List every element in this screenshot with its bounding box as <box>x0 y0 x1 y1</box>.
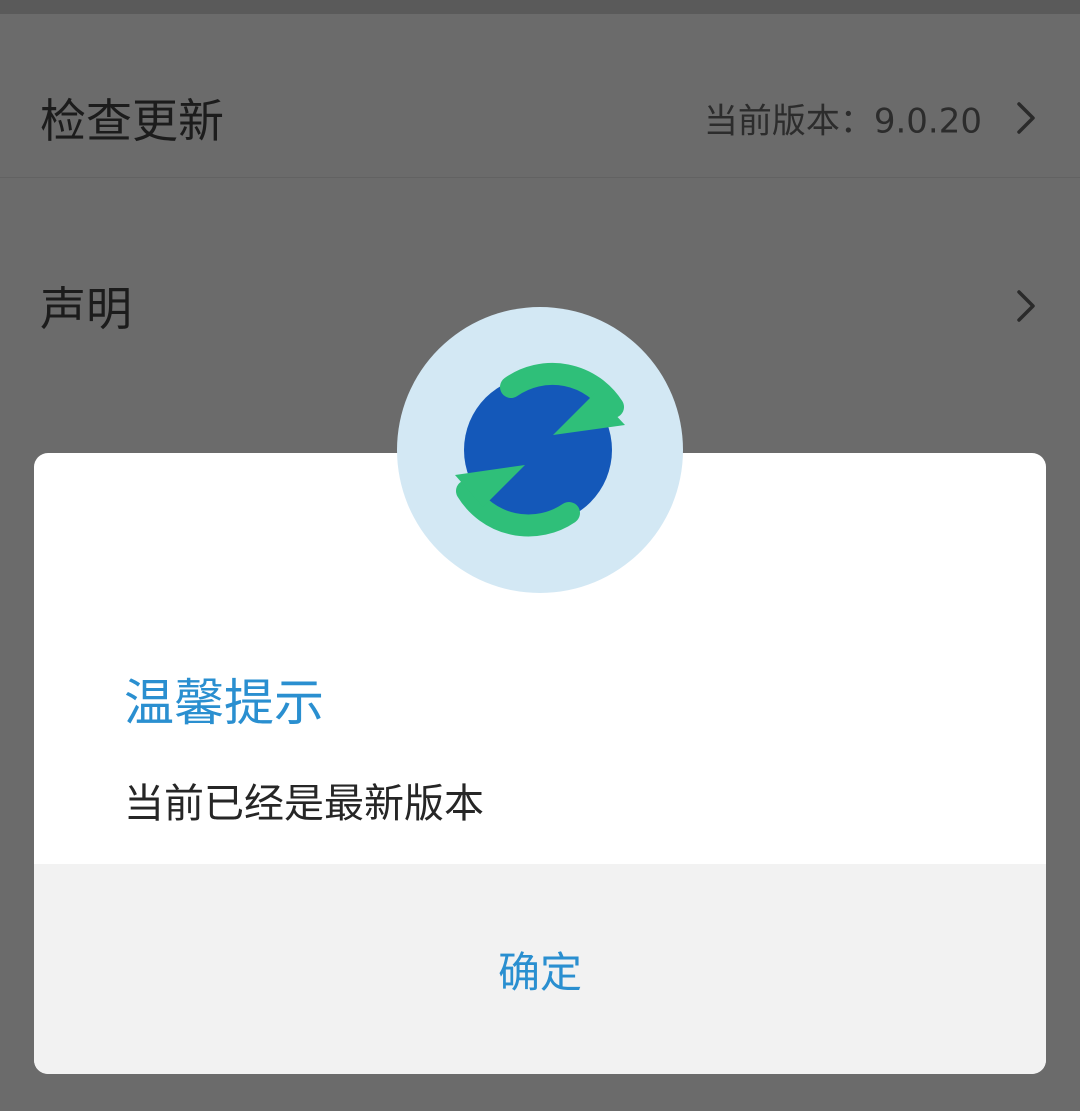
check-update-title: 检查更新 <box>40 94 224 148</box>
statement-title: 声明 <box>40 282 132 336</box>
chevron-right-icon <box>1017 102 1035 134</box>
dialog-footer: 确定 <box>34 864 1046 1074</box>
current-version-text: 当前版本：9.0.20 <box>703 101 982 142</box>
chevron-right-icon <box>1017 290 1035 322</box>
check-update-row[interactable]: 检查更新 当前版本：9.0.20 <box>0 58 1080 178</box>
dialog-title: 温馨提示 <box>124 674 324 732</box>
status-bar-strip <box>0 0 1080 14</box>
row-divider <box>0 177 1080 178</box>
confirm-button[interactable]: 确定 <box>34 864 1046 1074</box>
dialog-message: 当前已经是最新版本 <box>124 781 484 827</box>
update-sync-icon <box>455 362 625 537</box>
update-badge <box>397 307 683 593</box>
